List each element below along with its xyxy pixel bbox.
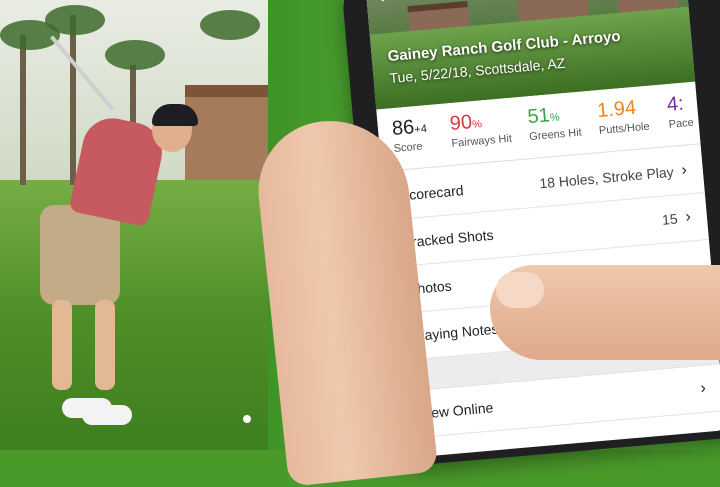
chevron-left-icon[interactable]: ‹ [378, 0, 386, 8]
stat-score: 86+4 Score [391, 115, 429, 155]
stat-suffix: % [471, 118, 483, 132]
stat-greens: 51% Greens Hit [527, 102, 583, 143]
chevron-right-icon: › [699, 379, 707, 398]
stat-suffix: % [549, 111, 561, 125]
golf-ball [243, 415, 251, 423]
stat-suffix: +4 [413, 123, 428, 137]
palm-frond [105, 40, 165, 70]
golfer-cap [152, 104, 198, 126]
stat-fairways: 90% Fairways Hit [449, 108, 513, 150]
stat-label: Pace [668, 116, 695, 131]
clubhouse-building [185, 85, 268, 192]
stat-value: 1.94 [596, 96, 638, 123]
row-detail: 15 [661, 210, 679, 228]
row-detail: 18 Holes, Stroke Play [538, 163, 675, 192]
palm-frond [45, 5, 105, 35]
stat-value: 51 [526, 104, 551, 129]
palm-trunk [70, 15, 76, 185]
stat-value: 90 [448, 111, 473, 135]
chevron-right-icon: › [680, 161, 688, 179]
stat-label: Fairways Hit [451, 132, 513, 150]
golfer-shorts [40, 205, 120, 305]
stat-label: Score [393, 140, 423, 155]
row-label: Tracked Shots [403, 226, 495, 251]
stat-putts: 1.94 Putts/Hole [596, 96, 650, 137]
stat-value: 4: [666, 92, 685, 116]
chevron-right-icon: › [684, 208, 692, 226]
fingernail [496, 272, 544, 308]
golfer-leg [95, 300, 115, 390]
golfer-photo [0, 0, 268, 450]
palm-trunk [20, 35, 26, 185]
stat-pace: 4: Pace [666, 92, 694, 131]
stat-label: Greens Hit [528, 126, 583, 144]
golfer-shoe [82, 405, 132, 425]
stat-value: 86 [391, 116, 416, 141]
stat-label: Putts/Hole [598, 120, 651, 138]
golfer-leg [52, 300, 72, 390]
palm-frond [200, 10, 260, 40]
